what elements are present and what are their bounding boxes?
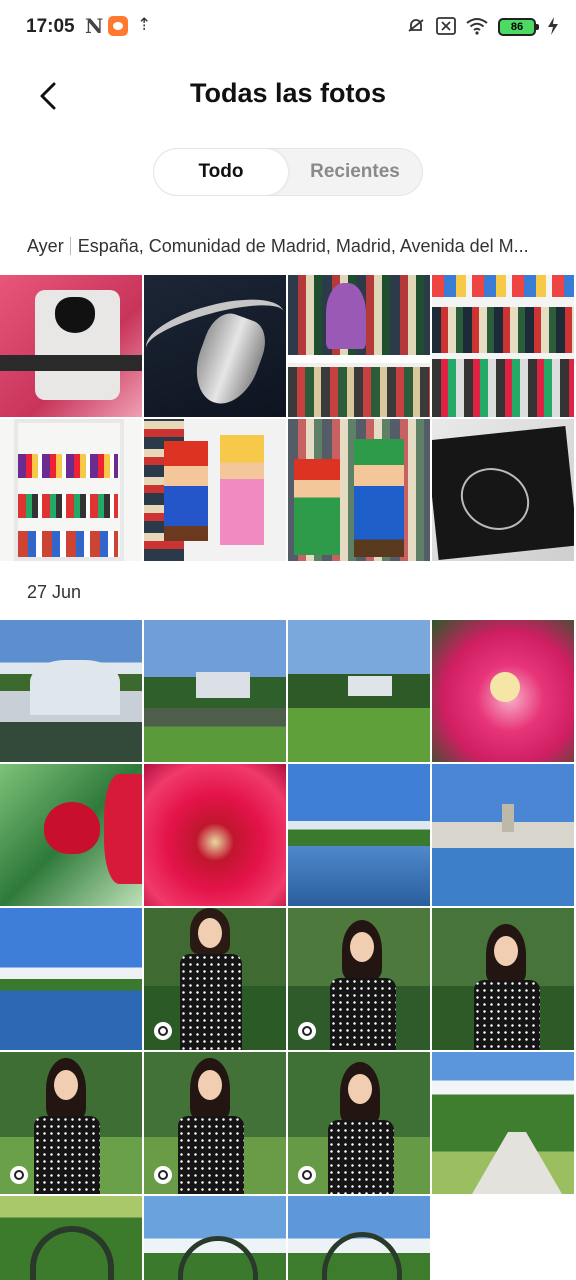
app-notification-icon: [108, 16, 128, 36]
live-photo-icon: [298, 1166, 316, 1184]
battery-indicator: 86: [498, 18, 539, 36]
section-location: España, Comunidad de Madrid, Madrid, Ave…: [77, 236, 529, 256]
photo-thumbnail[interactable]: [144, 275, 286, 417]
photo-thumbnail[interactable]: [432, 419, 574, 561]
photo-thumbnail[interactable]: [432, 908, 574, 1050]
wifi-icon: [466, 17, 488, 38]
photo-thumbnail[interactable]: [432, 620, 574, 762]
photo-thumbnail[interactable]: [432, 1052, 574, 1194]
divider: [69, 237, 71, 255]
tab-recientes[interactable]: Recientes: [288, 149, 422, 195]
photo-thumbnail[interactable]: [0, 1196, 142, 1280]
photo-thumbnail[interactable]: [144, 1196, 286, 1280]
tab-todo[interactable]: Todo: [154, 149, 288, 195]
photo-grid-ayer: [0, 275, 576, 561]
status-bar: 17:05 N ⇡ 86: [0, 0, 576, 56]
photo-thumbnail[interactable]: [0, 620, 142, 762]
upload-icon: ⇡: [137, 15, 152, 34]
photo-thumbnail[interactable]: [288, 1052, 430, 1194]
photo-thumbnail[interactable]: [288, 275, 430, 417]
live-photo-icon: [10, 1166, 28, 1184]
photo-thumbnail[interactable]: [0, 275, 142, 417]
section-header-ayer: Ayer España, Comunidad de Madrid, Madrid,…: [27, 236, 567, 257]
netflix-notification-icon: N: [85, 14, 104, 38]
section-date: Ayer: [27, 236, 64, 256]
no-sim-icon: [436, 16, 456, 38]
photo-thumbnail[interactable]: [288, 620, 430, 762]
live-photo-icon: [154, 1022, 172, 1040]
photo-thumbnail[interactable]: [288, 419, 430, 561]
status-icons: 86: [406, 14, 560, 40]
page-title: Todas las fotos: [189, 78, 387, 108]
mute-icon: [406, 16, 426, 39]
section-header-27-jun: 27 Jun: [27, 582, 567, 603]
charging-bolt-icon: [546, 16, 560, 39]
photo-thumbnail[interactable]: [288, 1196, 430, 1280]
status-time: 17:05: [26, 16, 75, 37]
live-photo-icon: [154, 1166, 172, 1184]
photo-grid-27-jun: [0, 620, 576, 1280]
photo-thumbnail[interactable]: [0, 908, 142, 1050]
photo-thumbnail[interactable]: [288, 764, 430, 906]
filter-tabs: Todo Recientes: [153, 148, 423, 196]
photo-thumbnail[interactable]: [144, 1052, 286, 1194]
photo-thumbnail[interactable]: [0, 1052, 142, 1194]
photo-thumbnail[interactable]: [144, 908, 286, 1050]
section-date: 27 Jun: [27, 582, 82, 602]
photo-thumbnail[interactable]: [432, 275, 574, 417]
photo-thumbnail[interactable]: [144, 620, 286, 762]
photo-thumbnail[interactable]: [288, 908, 430, 1050]
photo-thumbnail[interactable]: [144, 764, 286, 906]
photo-thumbnail[interactable]: [144, 419, 286, 561]
photo-thumbnail[interactable]: [0, 764, 142, 906]
live-photo-icon: [298, 1022, 316, 1040]
photo-thumbnail[interactable]: [432, 764, 574, 906]
photo-thumbnail[interactable]: [0, 419, 142, 561]
